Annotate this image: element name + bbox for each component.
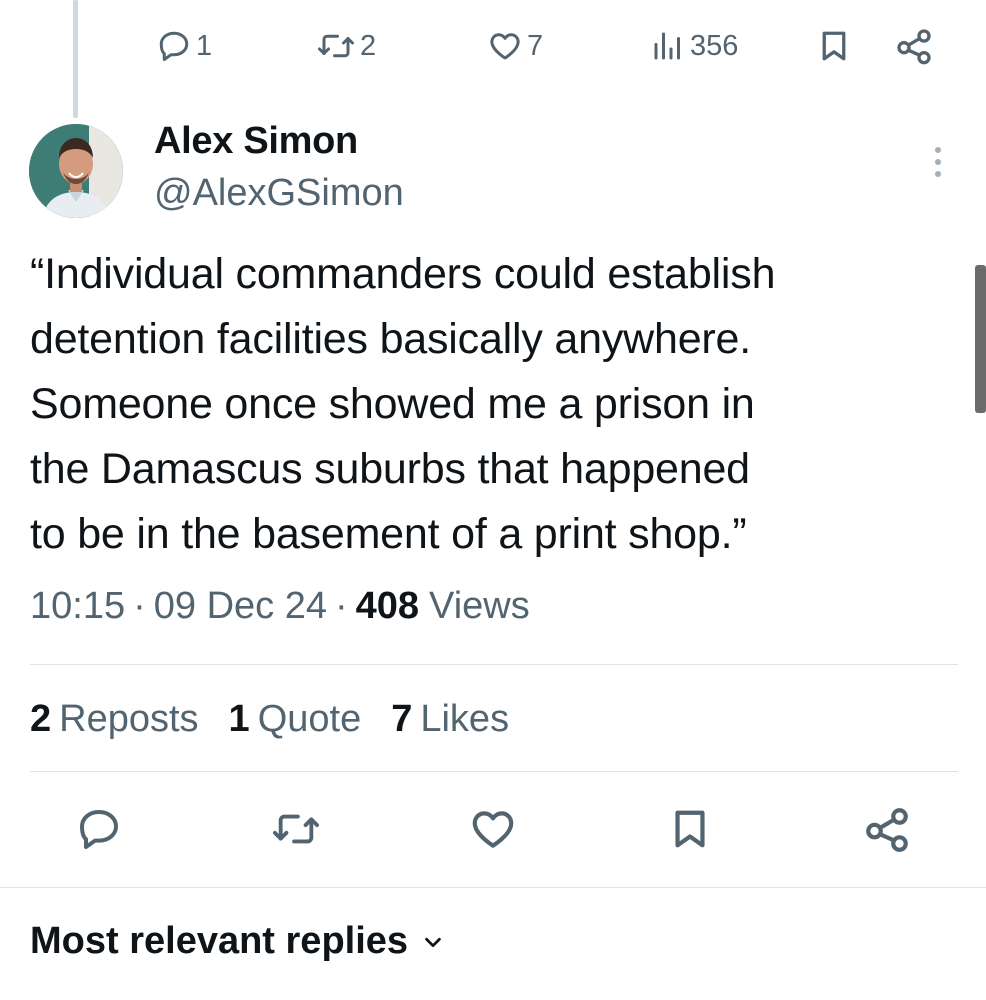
bookmark-icon	[816, 28, 852, 64]
parent-views-button[interactable]: 356	[650, 22, 738, 70]
replies-sort-label: Most relevant replies	[30, 920, 409, 962]
parent-share-button[interactable]	[894, 22, 934, 70]
reposts-label: Reposts	[59, 698, 199, 740]
tweet-meta: 10:15 · 09 Dec 24 · 408 Views	[30, 585, 530, 628]
quotes-count: 1	[228, 698, 250, 740]
parent-repost-button[interactable]: 2	[316, 22, 376, 70]
parent-repost-count: 2	[360, 29, 377, 62]
reposts-stat[interactable]: 2 Reposts	[30, 698, 199, 741]
meta-separator: ·	[334, 585, 348, 627]
divider	[0, 887, 986, 888]
like-icon	[487, 28, 523, 64]
like-icon	[468, 804, 518, 859]
author-display-name[interactable]: Alex Simon	[154, 120, 358, 163]
meta-separator: ·	[133, 585, 146, 627]
engagement-stats: 2 Reposts 1 Quote 7 Likes	[30, 698, 509, 741]
reposts-count: 2	[30, 698, 52, 740]
replies-sort-dropdown[interactable]: Most relevant replies	[30, 920, 444, 963]
parent-reply-button[interactable]: 1	[156, 22, 212, 70]
parent-tweet-action-bar: 1 2 7 356	[0, 22, 986, 70]
parent-view-count: 356	[690, 29, 739, 62]
repost-button[interactable]	[265, 800, 327, 862]
parent-like-button[interactable]: 7	[487, 22, 543, 70]
quotes-label: Quote	[257, 698, 362, 740]
views-label: Views	[429, 585, 530, 627]
more-icon[interactable]	[926, 142, 950, 182]
avatar[interactable]	[29, 124, 123, 218]
parent-like-count: 7	[527, 29, 544, 62]
share-icon	[862, 804, 912, 859]
views-count: 408	[355, 585, 420, 627]
tweet-time[interactable]: 10:15	[30, 585, 125, 628]
divider	[30, 664, 958, 665]
views-icon	[650, 28, 686, 64]
author-handle[interactable]: @AlexGSimon	[154, 172, 404, 215]
likes-stat[interactable]: 7 Likes	[391, 698, 509, 741]
reply-icon	[75, 805, 123, 858]
tweet-text: “Individual commanders could establish d…	[30, 250, 776, 558]
repost-icon	[270, 806, 322, 857]
bookmark-icon	[667, 805, 713, 858]
tweet-date[interactable]: 09 Dec 24	[154, 585, 327, 628]
quotes-stat[interactable]: 1 Quote	[229, 698, 362, 741]
like-button[interactable]	[462, 800, 524, 862]
scrollbar[interactable]	[975, 265, 986, 413]
reply-icon	[156, 28, 192, 64]
likes-label: Likes	[420, 698, 510, 740]
tweet-action-bar	[0, 800, 986, 862]
bookmark-button[interactable]	[659, 800, 721, 862]
share-button[interactable]	[856, 800, 918, 862]
divider	[30, 771, 958, 772]
likes-count: 7	[391, 698, 413, 740]
parent-reply-count: 1	[196, 29, 213, 62]
chevron-down-icon	[422, 920, 444, 963]
repost-icon	[316, 28, 356, 64]
share-icon	[894, 26, 934, 66]
parent-bookmark-button[interactable]	[816, 22, 852, 70]
reply-button[interactable]	[68, 800, 130, 862]
